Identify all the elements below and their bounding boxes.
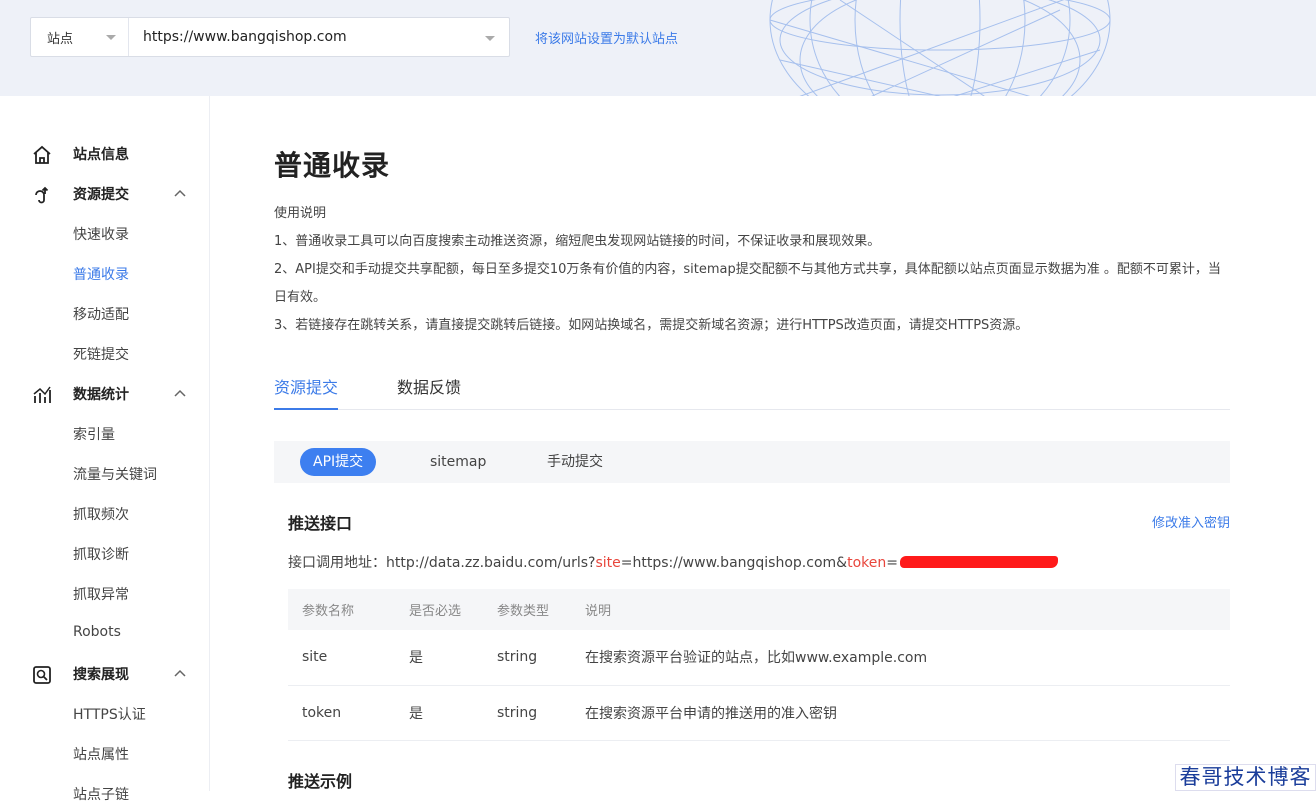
main-tabs: 资源提交 数据反馈: [274, 360, 1230, 410]
blog-watermark: 春哥技术博客: [1175, 764, 1316, 791]
sidebar-group-label: 资源提交: [73, 187, 129, 203]
api-param-site: site: [595, 555, 621, 571]
table-row: token 是 string 在搜索资源平台申请的推送用的准入密钥: [288, 685, 1230, 741]
site-selector: 站点 https://www.bangqishop.com: [30, 17, 510, 57]
usage-line-1: 1、普通收录工具可以向百度搜索主动推送资源，缩短爬虫发现网站链接的时间，不保证收…: [274, 234, 881, 249]
cell-param-name: token: [288, 685, 409, 741]
sidebar-item-crawl-diagnosis[interactable]: 抓取诊断: [73, 544, 129, 564]
sidebar-item-normal-index[interactable]: 普通收录: [73, 264, 129, 284]
api-endpoint: 接口调用地址：http://data.zz.baidu.com/urls?sit…: [288, 552, 1058, 572]
active-tab-indicator: [274, 408, 338, 410]
sidebar-item-crawl-errors[interactable]: 抓取异常: [73, 584, 129, 604]
sidebar-item-quick-index[interactable]: 快速收录: [73, 224, 129, 244]
site-url-dropdown[interactable]: https://www.bangqishop.com: [129, 18, 509, 56]
table-header-row: 参数名称 是否必选 参数类型 说明: [288, 589, 1230, 630]
sidebar-group-site-info[interactable]: 站点信息: [0, 134, 210, 174]
subtab-api-submit[interactable]: API提交: [300, 448, 377, 476]
push-interface-title: 推送接口: [288, 514, 353, 533]
top-bar: 站点 https://www.bangqishop.com 将该网站设置为默认站…: [0, 0, 1316, 96]
usage-line-3: 3、若链接存在跳转关系，请直接提交跳转后链接。如网站换域名，需提交新域名资源；进…: [274, 318, 1029, 333]
table-row: site 是 string 在搜索资源平台验证的站点，比如www.example…: [288, 630, 1230, 686]
usage-line-2: 2、API提交和手动提交共享配额，每日至多提交10万条有价值的内容，sitema…: [274, 262, 1221, 305]
usage-description: 使用说明 1、普通收录工具可以向百度搜索主动推送资源，缩短爬虫发现网站链接的时间…: [274, 200, 1230, 340]
sidebar-item-site-attributes[interactable]: 站点属性: [73, 744, 129, 764]
api-site-value: =https://www.bangqishop.com&: [620, 555, 848, 571]
set-default-site-link[interactable]: 将该网站设置为默认站点: [535, 28, 678, 47]
chevron-up-icon[interactable]: [174, 389, 186, 397]
subtab-sitemap[interactable]: sitemap: [417, 448, 499, 476]
col-param-name: 参数名称: [288, 589, 409, 630]
submit-method-tabs: API提交 sitemap 手动提交: [274, 441, 1230, 483]
col-description: 说明: [585, 589, 1230, 630]
sidebar-group-resource-submit[interactable]: 资源提交: [0, 174, 210, 214]
cell-required: 是: [409, 685, 497, 741]
sidebar-item-traffic-keywords[interactable]: 流量与关键词: [73, 464, 157, 484]
caret-down-icon: [106, 35, 116, 40]
sidebar-group-label: 搜索展现: [73, 667, 129, 683]
sidebar-group-data-stats[interactable]: 数据统计: [0, 374, 210, 414]
params-table: 参数名称 是否必选 参数类型 说明 site 是 string 在搜索资源平台验…: [288, 589, 1230, 741]
cell-param-name: site: [288, 630, 409, 686]
cell-description: 在搜索资源平台验证的站点，比如www.example.com: [585, 630, 1230, 686]
cell-required: 是: [409, 630, 497, 686]
sidebar-item-dead-link[interactable]: 死链提交: [73, 344, 129, 364]
sidebar-group-search-display[interactable]: 搜索展现: [0, 654, 210, 694]
search-display-icon: [33, 666, 51, 684]
page-title: 普通收录: [274, 149, 391, 182]
cell-param-type: string: [497, 685, 585, 741]
push-example-title: 推送示例: [288, 772, 353, 791]
chevron-up-icon[interactable]: [174, 669, 186, 677]
sidebar-item-crawl-frequency[interactable]: 抓取频次: [73, 504, 129, 524]
home-icon: [33, 145, 51, 164]
sidebar-item-site-sublinks[interactable]: 站点子链: [73, 784, 129, 804]
chevron-up-icon[interactable]: [174, 189, 186, 197]
stats-icon: [33, 386, 51, 403]
col-param-type: 参数类型: [497, 589, 585, 630]
site-url-value: https://www.bangqishop.com: [143, 29, 347, 45]
submit-icon: [35, 186, 49, 204]
col-required: 是否必选: [409, 589, 497, 630]
redacted-token-mark: [899, 555, 1058, 568]
sidebar-group-label: 站点信息: [73, 147, 129, 163]
tab-data-feedback[interactable]: 数据反馈: [397, 374, 461, 398]
caret-down-icon: [485, 36, 495, 41]
cell-description: 在搜索资源平台申请的推送用的准入密钥: [585, 685, 1230, 741]
site-type-dropdown[interactable]: 站点: [31, 18, 129, 56]
sidebar-group-label: 数据统计: [73, 387, 129, 403]
api-prefix: 接口调用地址：http://data.zz.baidu.com/urls?: [288, 555, 596, 571]
api-token-value: =: [886, 555, 898, 571]
site-type-label: 站点: [47, 31, 74, 47]
usage-heading: 使用说明: [274, 206, 327, 221]
modify-access-key-link[interactable]: 修改准入密钥: [1152, 512, 1230, 531]
sidebar-item-mobile-adapt[interactable]: 移动适配: [73, 304, 129, 324]
sidebar-item-robots[interactable]: Robots: [73, 624, 121, 640]
sidebar: 站点信息 资源提交 快速收录 普通收录 移动适配 死链提交 数据统计 索引量 流…: [0, 96, 210, 803]
globe-decoration-icon: [769, 0, 1111, 96]
sidebar-item-index-volume[interactable]: 索引量: [73, 424, 115, 444]
sidebar-item-https-auth[interactable]: HTTPS认证: [73, 704, 146, 724]
subtab-manual-submit[interactable]: 手动提交: [534, 448, 616, 476]
cell-param-type: string: [497, 630, 585, 686]
tab-resource-submit[interactable]: 资源提交: [274, 374, 338, 398]
api-param-token: token: [847, 555, 887, 571]
